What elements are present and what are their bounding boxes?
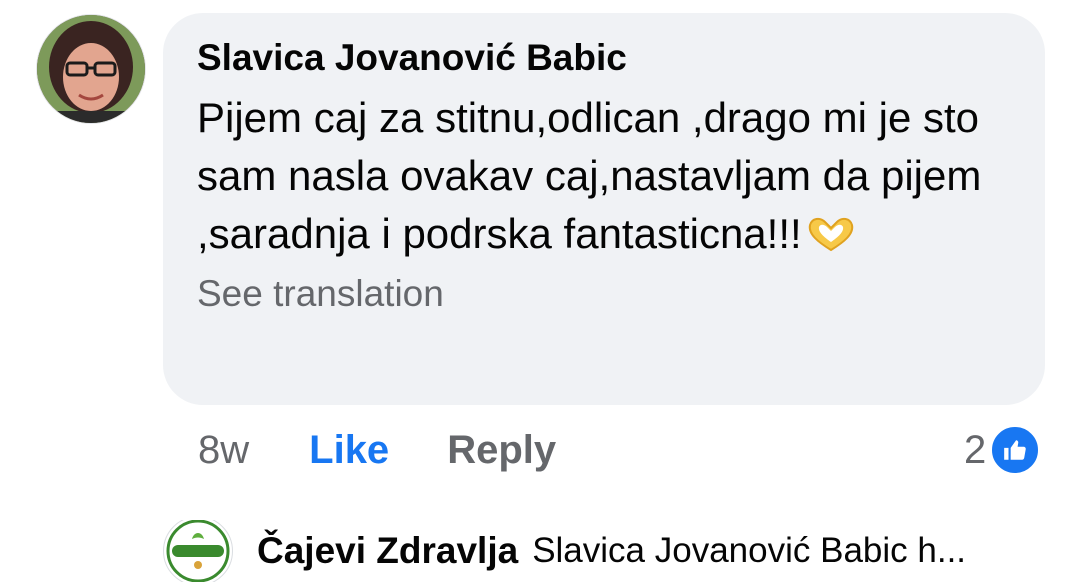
heart-hands-icon [808, 217, 853, 252]
like-icon [990, 425, 1041, 475]
reply-author[interactable]: Čajevi Zdravlja [257, 530, 518, 572]
comment-body: Pijem caj za stitnu,odlican ,drago mi je… [197, 94, 982, 257]
reaction-summary[interactable]: 2 [964, 420, 1041, 480]
comment-text: Pijem caj za stitnu,odlican ,drago mi je… [197, 89, 997, 263]
comment-timestamp[interactable]: 8w [198, 428, 249, 473]
see-translation-link[interactable]: See translation [197, 271, 1011, 317]
like-button[interactable]: Like [309, 428, 389, 473]
comment-actions: 8w Like Reply [198, 420, 556, 480]
reply-preview[interactable]: Čajevi Zdravlja Slavica Jovanović Babic … [163, 520, 1063, 582]
cajevi-zdravlja-logo [166, 520, 230, 582]
comment-author[interactable]: Slavica Jovanović Babic [197, 35, 1011, 81]
comment-bubble: Slavica Jovanović Babic Pijem caj za sti… [163, 13, 1045, 405]
reaction-count: 2 [964, 427, 987, 472]
reply-button[interactable]: Reply [447, 428, 556, 473]
commenter-avatar[interactable] [36, 14, 146, 124]
reply-text-preview: Slavica Jovanović Babic h... [532, 531, 967, 570]
page-avatar[interactable] [163, 520, 233, 582]
